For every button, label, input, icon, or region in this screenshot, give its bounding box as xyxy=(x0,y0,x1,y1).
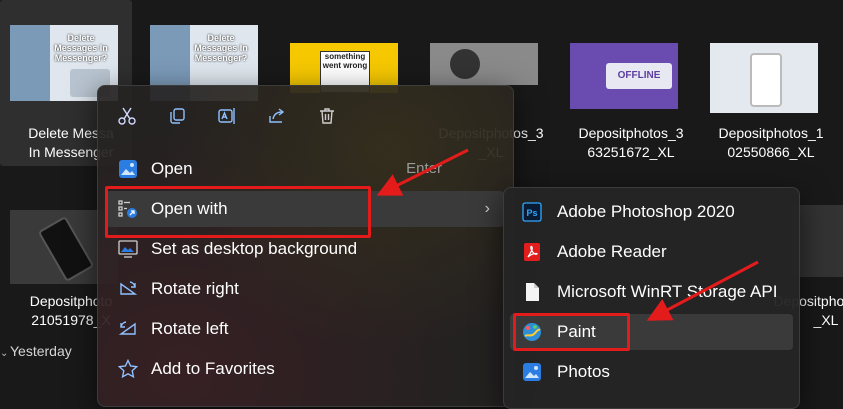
rotate-left-icon xyxy=(118,321,136,335)
file-thumbnail xyxy=(793,205,843,277)
wallpaper-icon xyxy=(118,240,138,258)
submenu-item-label: Photos xyxy=(557,362,610,381)
cut-button[interactable] xyxy=(112,102,142,130)
photos-icon xyxy=(523,363,541,381)
delete-button[interactable] xyxy=(312,102,342,130)
file-thumbnail xyxy=(430,43,538,85)
file-thumbnail xyxy=(710,43,818,113)
open-with-submenu: Ps Adobe Photoshop 2020 Adobe Reader Mic… xyxy=(503,187,800,409)
shortcut-label: Enter xyxy=(406,160,442,177)
context-menu: Open Enter Open with › Set as desktop ba… xyxy=(97,85,514,407)
svg-text:Ps: Ps xyxy=(526,208,537,218)
file-name: Depositphotos_3 63251672_XL xyxy=(578,125,684,160)
rotate-right-icon xyxy=(120,281,138,295)
delete-icon xyxy=(320,108,334,124)
menu-item-label: Rotate left xyxy=(151,319,229,338)
menu-item-open[interactable]: Open Enter xyxy=(106,151,504,187)
menu-item-label: Open xyxy=(151,159,193,178)
group-header-yesterday[interactable]: ⌄ Yesterday xyxy=(0,343,72,359)
open-with-highlight-box xyxy=(105,186,371,238)
menu-item-rotate-left[interactable]: Rotate left xyxy=(106,311,504,347)
share-icon xyxy=(269,108,285,123)
menu-item-label: Rotate right xyxy=(151,279,239,298)
star-icon xyxy=(118,359,138,379)
menu-item-rotate-right[interactable]: Rotate right xyxy=(106,271,504,307)
copy-button[interactable] xyxy=(162,102,192,130)
chevron-down-icon: ⌄ xyxy=(0,348,9,359)
submenu-item-label: Adobe Reader xyxy=(557,242,667,261)
rename-button[interactable] xyxy=(212,102,242,130)
adobe-reader-icon xyxy=(524,243,540,261)
rename-icon xyxy=(218,108,235,124)
cut-icon xyxy=(118,107,136,125)
quick-actions-bar xyxy=(98,102,513,130)
file-name: Depositphotos_1 02550866_XL xyxy=(718,125,824,160)
file-thumbnail: OFFLINE xyxy=(570,43,678,109)
submenu-item-adobe-reader[interactable]: Adobe Reader xyxy=(510,234,793,270)
submenu-item-microsoft-winrt-storage-api[interactable]: Microsoft WinRT Storage API xyxy=(510,274,793,310)
menu-item-label: Add to Favorites xyxy=(151,359,275,378)
photos-icon xyxy=(119,160,137,178)
photoshop-icon: Ps xyxy=(522,202,542,222)
paint-highlight-box xyxy=(513,313,630,351)
submenu-item-label: Adobe Photoshop 2020 xyxy=(557,202,735,221)
chevron-right-icon: › xyxy=(484,200,490,217)
submenu-item-adobe-photoshop-2020[interactable]: Ps Adobe Photoshop 2020 xyxy=(510,194,793,230)
menu-item-add-to-favorites[interactable]: Add to Favorites xyxy=(106,351,504,387)
submenu-item-label: Microsoft WinRT Storage API xyxy=(557,282,778,301)
copy-icon xyxy=(170,108,185,124)
file-icon xyxy=(526,283,539,301)
share-button[interactable] xyxy=(262,102,292,130)
submenu-item-photos[interactable]: Photos xyxy=(510,354,793,390)
